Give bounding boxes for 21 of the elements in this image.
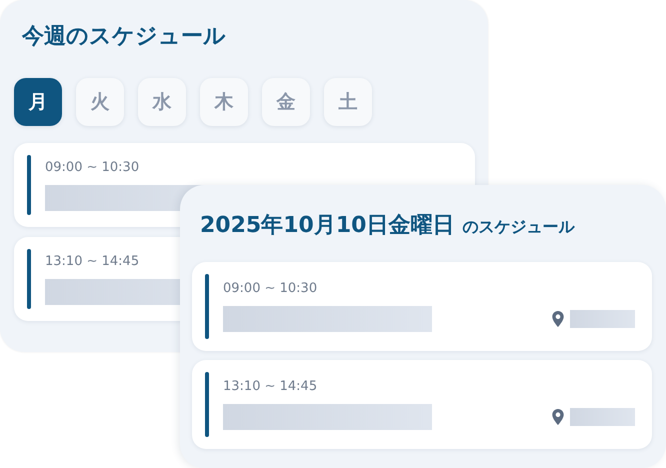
accent-bar — [27, 155, 31, 215]
location-pin-icon — [552, 409, 564, 425]
day-tab[interactable]: 月 — [14, 78, 62, 126]
placeholder-bar — [570, 408, 635, 426]
accent-bar — [27, 249, 31, 309]
panel-title: 2025年10月10日金曜日 — [200, 212, 454, 240]
day-tab[interactable]: 火 — [76, 78, 124, 126]
accent-bar — [205, 274, 209, 339]
day-tab[interactable]: 土 — [324, 78, 372, 126]
panel-title: 今週のスケジュール — [20, 23, 227, 51]
placeholder-bar — [570, 310, 635, 328]
day-tab[interactable]: 金 — [262, 78, 310, 126]
day-tab[interactable]: 木 — [200, 78, 248, 126]
location-pin-icon — [552, 311, 564, 327]
event-time: 09:00 ~ 10:30 — [45, 159, 140, 177]
event-time: 09:00 ~ 10:30 — [223, 280, 318, 298]
day-tab[interactable]: 水 — [138, 78, 186, 126]
panel-title-suffix: のスケジュール — [462, 216, 574, 238]
event-time: 13:10 ~ 14:45 — [223, 378, 318, 396]
event-time: 13:10 ~ 14:45 — [45, 253, 140, 271]
accent-bar — [205, 372, 209, 437]
